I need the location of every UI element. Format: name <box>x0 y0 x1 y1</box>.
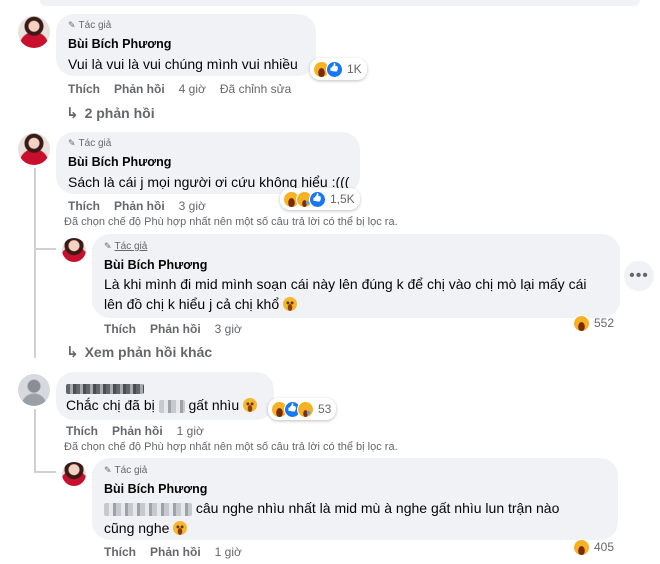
haha-icon <box>573 314 590 332</box>
reply-text-line: Là khi mình đi mid mình soạn cái này lên… <box>104 276 587 292</box>
reply-text-line: cũng nghe <box>104 518 188 538</box>
reply-arrow-icon: ↳ <box>66 344 79 361</box>
author-badge: ✎ Tác giả <box>104 241 148 252</box>
view-replies-link[interactable]: ↳ 2 phản hồi <box>66 104 155 122</box>
reply-button[interactable]: Phản hồi <box>114 82 165 96</box>
thread-line <box>34 409 36 471</box>
avatar[interactable] <box>62 462 86 486</box>
pencil-icon: ✎ <box>104 241 112 251</box>
filter-note: Đã chọn chế độ Phù hợp nhất nên một số c… <box>64 216 398 228</box>
tired-face-emoji <box>173 521 188 535</box>
view-more-replies-link[interactable]: ↳ Xem phản hồi khác <box>66 343 212 361</box>
reaction-count: 1K <box>347 62 362 76</box>
reply-text-line: lên đồ chị k hiểu j cả chị khổ <box>104 294 297 314</box>
comment-actions: Thích Phản hồi 3 giờ <box>68 199 206 213</box>
avatar[interactable] <box>62 238 86 262</box>
blurred-word <box>158 399 185 413</box>
reply-actions: Thích Phản hồi 3 giờ <box>104 322 242 336</box>
reaction-summary[interactable]: 1K <box>310 58 367 80</box>
reaction-summary[interactable]: 552 <box>570 312 619 334</box>
previous-comment-edge <box>40 0 640 6</box>
tired-face-emoji <box>283 297 297 311</box>
like-button[interactable]: Thích <box>66 424 98 438</box>
reaction-count: 405 <box>594 540 615 554</box>
reply-text-line: câu nghe nhìu nhất là mid mù à nghe gất … <box>104 498 559 518</box>
filter-note: Đã chọn chế độ Phù hợp nhất nên một số c… <box>64 441 398 453</box>
avatar[interactable] <box>18 133 50 165</box>
comment-actions: Thích Phản hồi 4 giờ Đã chỉnh sửa <box>68 82 291 96</box>
author-badge: ✎ Tác giả <box>104 465 148 476</box>
reply-arrow-icon: ↳ <box>66 105 79 122</box>
comment-author-name[interactable]: Bùi Bích Phương <box>68 155 171 169</box>
timestamp[interactable]: 3 giờ <box>179 199 206 213</box>
pencil-icon: ✎ <box>68 20 76 30</box>
like-icon <box>326 60 343 78</box>
like-button[interactable]: Thích <box>104 545 136 559</box>
reaction-summary[interactable]: 405 <box>570 536 619 558</box>
reaction-summary[interactable]: 53 <box>268 398 337 420</box>
pencil-icon: ✎ <box>68 138 76 148</box>
reaction-count: 53 <box>318 402 332 416</box>
blurred-mention <box>104 502 192 516</box>
author-badge: ✎ Tác giả <box>68 20 112 31</box>
haha-icon <box>573 538 590 556</box>
reply-button[interactable]: Phản hồi <box>112 424 163 438</box>
like-button[interactable]: Thích <box>68 82 100 96</box>
tired-face-emoji <box>243 398 257 412</box>
edited-label: Đã chỉnh sửa <box>219 82 292 96</box>
thread-connector <box>34 248 56 250</box>
thread-connector <box>34 471 56 473</box>
reply-button[interactable]: Phản hồi <box>150 545 201 559</box>
sad-icon <box>297 400 314 418</box>
blurred-name <box>66 383 144 394</box>
more-options-button[interactable]: ••• <box>624 261 654 291</box>
avatar[interactable] <box>18 374 50 406</box>
thread-line <box>34 168 36 358</box>
reply-actions: Thích Phản hồi 1 giờ <box>104 545 242 559</box>
pencil-icon: ✎ <box>104 465 112 475</box>
timestamp[interactable]: 3 giờ <box>215 322 242 336</box>
reaction-count: 552 <box>594 316 615 330</box>
timestamp[interactable]: 1 giờ <box>215 545 242 559</box>
comment-text: Vui là vui là vui chúng mình vui nhiều <box>68 56 298 72</box>
author-badge: ✎ Tác giả <box>68 138 112 149</box>
comment-author-name[interactable]: Bùi Bích Phương <box>68 37 171 51</box>
timestamp[interactable]: 1 giờ <box>177 424 204 438</box>
like-button[interactable]: Thích <box>68 199 100 213</box>
reaction-count: 1,5K <box>330 192 355 206</box>
reply-author-name[interactable]: Bùi Bích Phương <box>104 258 207 272</box>
like-button[interactable]: Thích <box>104 322 136 336</box>
reply-author-name[interactable]: Bùi Bích Phương <box>104 482 207 496</box>
comment-actions: Thích Phản hồi 1 giờ <box>66 424 204 438</box>
like-icon <box>309 190 326 208</box>
reaction-summary[interactable]: 1,5K <box>280 188 360 210</box>
reply-button[interactable]: Phản hồi <box>150 322 201 336</box>
avatar[interactable] <box>18 16 50 48</box>
reply-button[interactable]: Phản hồi <box>114 199 165 213</box>
comment-text: Chắc chị đã bị gất nhìu <box>66 395 257 415</box>
timestamp[interactable]: 4 giờ <box>179 82 206 96</box>
